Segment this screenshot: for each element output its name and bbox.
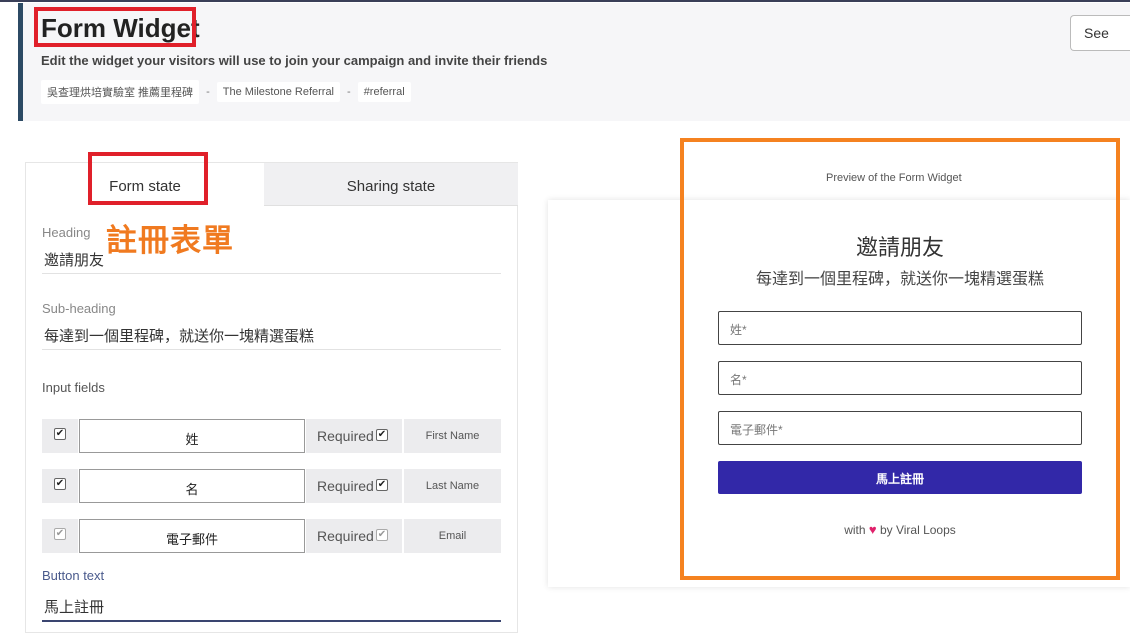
button-text-underline <box>42 620 501 622</box>
heading-label: Heading <box>42 225 91 240</box>
breadcrumb-separator: - <box>347 86 351 98</box>
tab-highlight-box <box>88 152 208 205</box>
subheading-underline <box>42 349 501 350</box>
breadcrumb-campaign[interactable]: 吳查理烘培實驗室 推薦里程碑 <box>41 80 200 104</box>
field-label-input[interactable]: 姓 <box>79 419 305 453</box>
input-field-row-first-name: ✔ 姓 Required ✔ First Name <box>42 419 502 453</box>
page-header: Form Widget Edit the widget your visitor… <box>18 3 1130 121</box>
editor-panel: Form state Sharing state Heading 註冊表單 邀請… <box>25 152 518 633</box>
top-border <box>0 0 1130 2</box>
input-field-row-last-name: ✔ 名 Required ✔ Last Name <box>42 469 502 503</box>
input-field-row-email: ✔ 電子郵件 Required ✔ Email <box>42 519 502 553</box>
heading-underline <box>42 273 501 274</box>
breadcrumb-template[interactable]: The Milestone Referral <box>216 82 341 102</box>
required-checkbox[interactable]: ✔ <box>376 429 388 441</box>
required-checkbox[interactable]: ✔ <box>376 479 388 491</box>
annotation-text: 註冊表單 <box>106 223 234 258</box>
enable-cell: ✔ <box>42 519 78 553</box>
enable-cell: ✔ <box>42 469 78 503</box>
field-label-input[interactable]: 名 <box>79 469 305 503</box>
subheading-input[interactable]: 每達到一個里程碑，就送你一塊精選蛋糕 <box>44 325 314 346</box>
breadcrumb: 吳查理烘培實驗室 推薦里程碑 - The Milestone Referral … <box>41 80 411 104</box>
heading-input[interactable]: 邀請朋友 <box>44 249 104 270</box>
required-cell: Required ✔ <box>306 519 402 553</box>
required-label: Required <box>317 428 374 444</box>
see-button[interactable]: See <box>1070 15 1130 51</box>
required-checkbox: ✔ <box>376 529 388 541</box>
input-fields-label: Input fields <box>42 380 105 395</box>
required-cell: Required ✔ <box>306 469 402 503</box>
field-name: First Name <box>404 419 501 453</box>
enable-checkbox[interactable]: ✔ <box>54 478 66 490</box>
page-description: Edit the widget your visitors will use t… <box>41 53 548 68</box>
required-cell: Required ✔ <box>306 419 402 453</box>
title-highlight-box <box>34 7 196 47</box>
subheading-label: Sub-heading <box>42 301 116 316</box>
required-label: Required <box>317 528 374 544</box>
breadcrumb-tag[interactable]: #referral <box>357 82 411 102</box>
enable-checkbox: ✔ <box>54 528 66 540</box>
button-text-label: Button text <box>42 568 105 583</box>
required-label: Required <box>317 478 374 494</box>
tab-sharing-state[interactable]: Sharing state <box>264 163 518 206</box>
field-label-input[interactable]: 電子郵件 <box>79 519 305 553</box>
enable-checkbox[interactable]: ✔ <box>54 428 66 440</box>
field-name: Last Name <box>404 469 501 503</box>
enable-cell: ✔ <box>42 419 78 453</box>
breadcrumb-separator: - <box>206 86 210 98</box>
field-name: Email <box>404 519 501 553</box>
preview-highlight-box <box>680 138 1120 580</box>
button-text-input[interactable]: 馬上註冊 <box>44 596 104 617</box>
